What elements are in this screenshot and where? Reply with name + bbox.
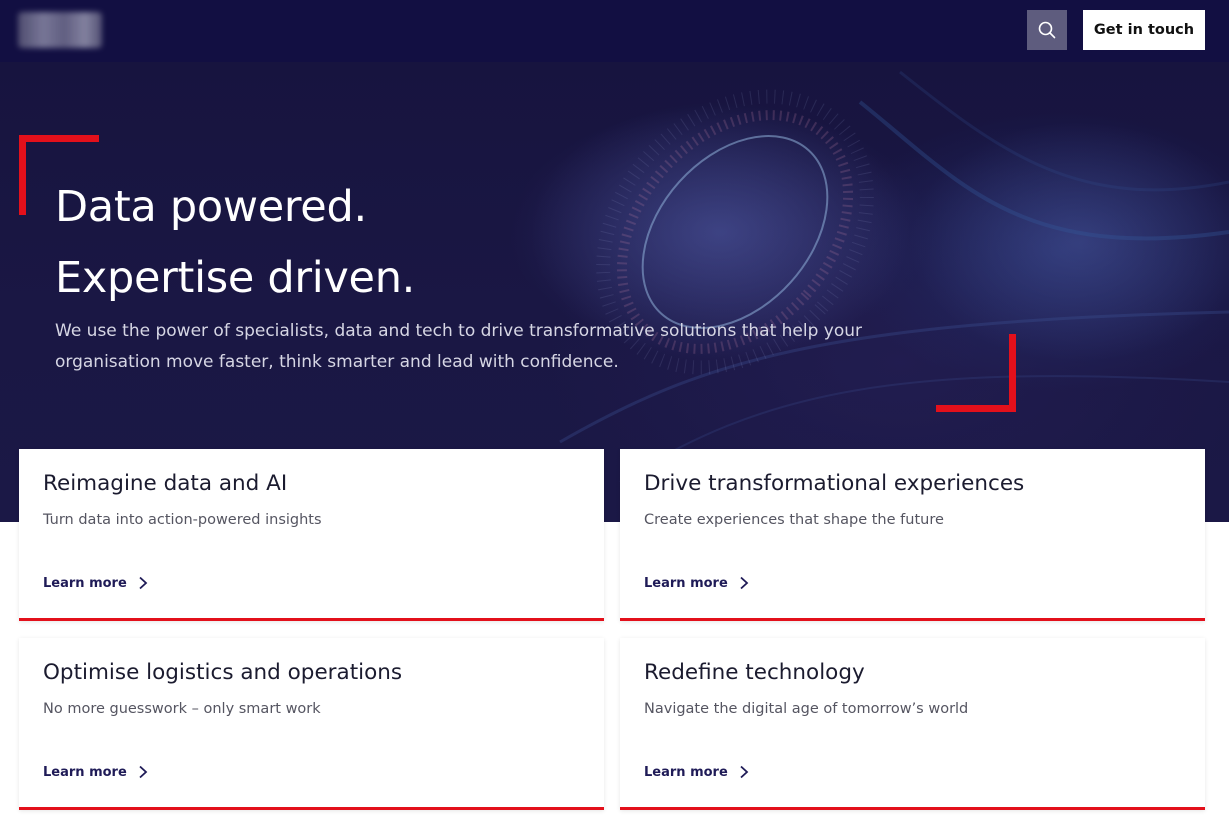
- corner-bracket-bottom-right: [936, 405, 1016, 412]
- learn-more-link[interactable]: Learn more: [43, 762, 149, 782]
- top-nav-bar: Get in touch: [0, 0, 1229, 62]
- hero-heading-line-1: Data powered.: [55, 182, 367, 232]
- hero-subtitle: We use the power of specialists, data an…: [55, 321, 863, 372]
- card-description: Navigate the digital age of tomorrow’s w…: [644, 701, 969, 717]
- hero-heading: Data powered. Expertise driven.: [55, 172, 755, 314]
- hero-heading-line-2: Expertise driven.: [55, 253, 416, 303]
- service-card-experiences: Drive transformational experiences Creat…: [620, 449, 1205, 621]
- card-title: Reimagine data and AI: [43, 471, 288, 496]
- card-description: Turn data into action-powered insights: [43, 512, 322, 528]
- chevron-right-icon: [740, 576, 749, 590]
- learn-more-link[interactable]: Learn more: [43, 573, 149, 593]
- card-title: Optimise logistics and operations: [43, 660, 403, 685]
- corner-bracket-bottom-right-vertical: [1009, 334, 1016, 412]
- card-title: Redefine technology: [644, 660, 865, 685]
- chevron-right-icon: [139, 765, 148, 779]
- corner-bracket-top-left: [19, 135, 99, 142]
- search-icon: [1038, 21, 1056, 39]
- card-description: No more guesswork – only smart work: [43, 701, 321, 717]
- get-in-touch-button[interactable]: Get in touch: [1083, 10, 1205, 50]
- search-button[interactable]: [1027, 10, 1067, 50]
- learn-more-link[interactable]: Learn more: [644, 573, 750, 593]
- service-card-logistics: Optimise logistics and operations No mor…: [19, 638, 604, 810]
- company-logo[interactable]: [18, 12, 102, 48]
- chevron-right-icon: [139, 576, 148, 590]
- card-title: Drive transformational experiences: [644, 471, 1025, 496]
- card-description: Create experiences that shape the future: [644, 512, 944, 528]
- corner-bracket-top-left-vertical: [19, 135, 26, 215]
- learn-more-label: Learn more: [644, 575, 728, 591]
- learn-more-label: Learn more: [43, 575, 127, 591]
- service-card-technology: Redefine technology Navigate the digital…: [620, 638, 1205, 810]
- chevron-right-icon: [740, 765, 749, 779]
- learn-more-label: Learn more: [644, 764, 728, 780]
- learn-more-link[interactable]: Learn more: [644, 762, 750, 782]
- service-card-data-ai: Reimagine data and AI Turn data into act…: [19, 449, 604, 621]
- learn-more-label: Learn more: [43, 764, 127, 780]
